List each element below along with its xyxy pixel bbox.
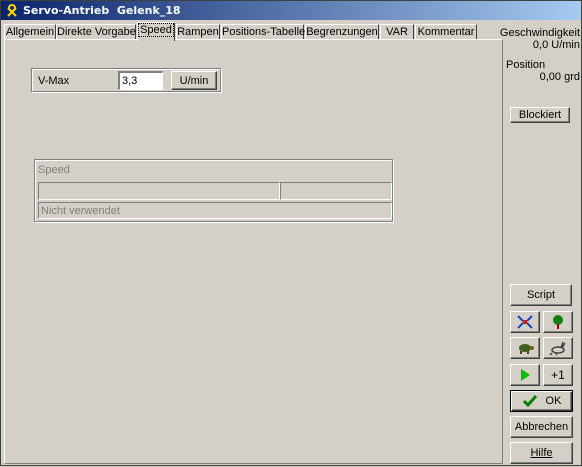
play-icon [521,369,530,381]
window-title: Servo-Antrieb Gelenk_18 [23,4,181,17]
vmax-label: V-Max [38,75,70,87]
position-label: Position [506,59,546,71]
velocity-label: Geschwindigkeit [499,27,580,39]
position-value: 0,00 grd [539,71,580,83]
speed-status: Nicht verwendet [38,202,392,219]
tab-label: Rampen [177,26,219,38]
tree-button[interactable] [543,311,573,333]
side-panel: Geschwindigkeit 0,0 U/min Position 0,00 … [500,22,582,467]
tab-direkte-vorgabe[interactable]: Direkte Vorgabe [56,24,136,39]
ok-label: OK [545,395,562,407]
vmax-group: V-Max U/min [31,68,221,92]
servo-app-icon [7,4,17,17]
tab-bar: Allgemein Direkte Vorgabe Speed Rampen P… [4,22,504,41]
tab-label: VAR [386,26,408,38]
arrows-inward-icon [517,315,533,329]
tab-label: Direkte Vorgabe [57,26,136,38]
tree-icon [553,315,563,329]
servo-dialog-window: Servo-Antrieb Gelenk_18 Allgemein Direkt… [0,0,582,466]
tab-rampen[interactable]: Rampen [176,24,220,39]
title-bar[interactable]: Servo-Antrieb Gelenk_18 [1,1,581,20]
turtle-button[interactable] [510,337,540,359]
unit-button[interactable]: U/min [171,71,217,90]
speed-group-title: Speed [38,164,70,176]
speed-group: Speed Nicht verwendet [34,159,393,222]
tab-label: Speed [138,23,174,37]
tab-var[interactable]: VAR [380,24,414,39]
script-button[interactable]: Script [510,284,572,306]
help-button[interactable]: Hilfe [510,442,573,464]
speed-value-field [38,182,280,200]
tab-positions-tabelle[interactable]: Positions-Tabelle [221,24,306,39]
speed-tab-panel: V-Max U/min Speed Nicht verwendet [4,39,503,464]
blocked-button[interactable]: Blockiert [510,107,570,123]
tab-label: Kommentar [417,26,475,38]
center-target-button[interactable] [510,311,540,333]
play-button[interactable] [510,364,540,386]
ok-button[interactable]: OK [510,390,573,412]
rabbit-icon [549,341,566,356]
vmax-input[interactable] [118,71,163,90]
speed-unit-field [280,182,392,200]
turtle-icon [519,344,534,354]
tab-label: Positions-Tabelle [222,26,306,38]
tab-begrenzungen[interactable]: Begrenzungen [305,24,379,39]
velocity-value: 0,0 U/min [532,39,580,51]
tab-label: Allgemein [5,26,55,38]
tab-speed[interactable]: Speed [137,22,175,41]
cancel-button[interactable]: Abbrechen [510,416,573,438]
tab-allgemein[interactable]: Allgemein [4,24,56,39]
plus-one-button[interactable]: +1 [543,364,573,386]
rabbit-button[interactable] [543,337,573,359]
checkmark-icon [522,395,537,408]
tab-label: Begrenzungen [306,26,378,38]
help-label: Hilfe [530,447,553,459]
tab-kommentar[interactable]: Kommentar [415,24,477,39]
